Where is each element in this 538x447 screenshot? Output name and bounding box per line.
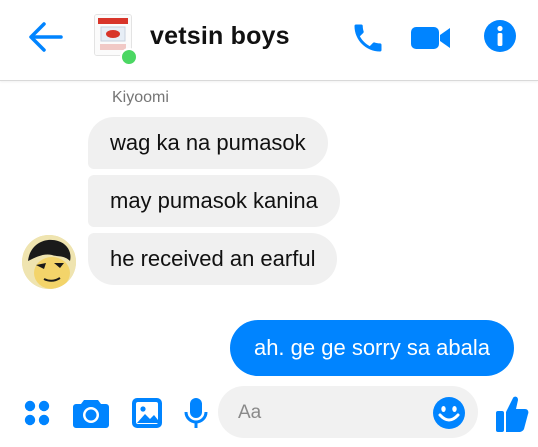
sender-avatar[interactable] [22,235,76,289]
thumbs-up-icon[interactable] [494,394,530,434]
outgoing-message[interactable]: ah. ge ge sorry sa abala [229,320,514,376]
video-camera-icon[interactable] [410,24,452,52]
emoji-icon[interactable] [432,396,466,430]
image-icon[interactable] [130,396,164,430]
sender-name: Kiyoomi [112,89,169,106]
camera-icon[interactable] [72,396,110,430]
microphone-icon[interactable] [184,396,208,432]
message-input-container [218,386,478,438]
message-input[interactable] [236,398,420,428]
chat-header: vetsin boys [0,0,538,81]
phone-icon[interactable] [350,20,386,56]
group-avatar[interactable] [94,14,138,66]
incoming-message[interactable]: may pumasok kanina [88,175,340,227]
online-status-dot [120,48,138,66]
apps-icon[interactable] [22,398,52,428]
incoming-message[interactable]: wag ka na pumasok [88,117,328,169]
arrow-left-icon[interactable] [28,20,64,54]
chat-title[interactable]: vetsin boys [150,22,290,51]
incoming-message[interactable]: he received an earful [88,233,338,285]
info-icon[interactable] [482,18,518,54]
